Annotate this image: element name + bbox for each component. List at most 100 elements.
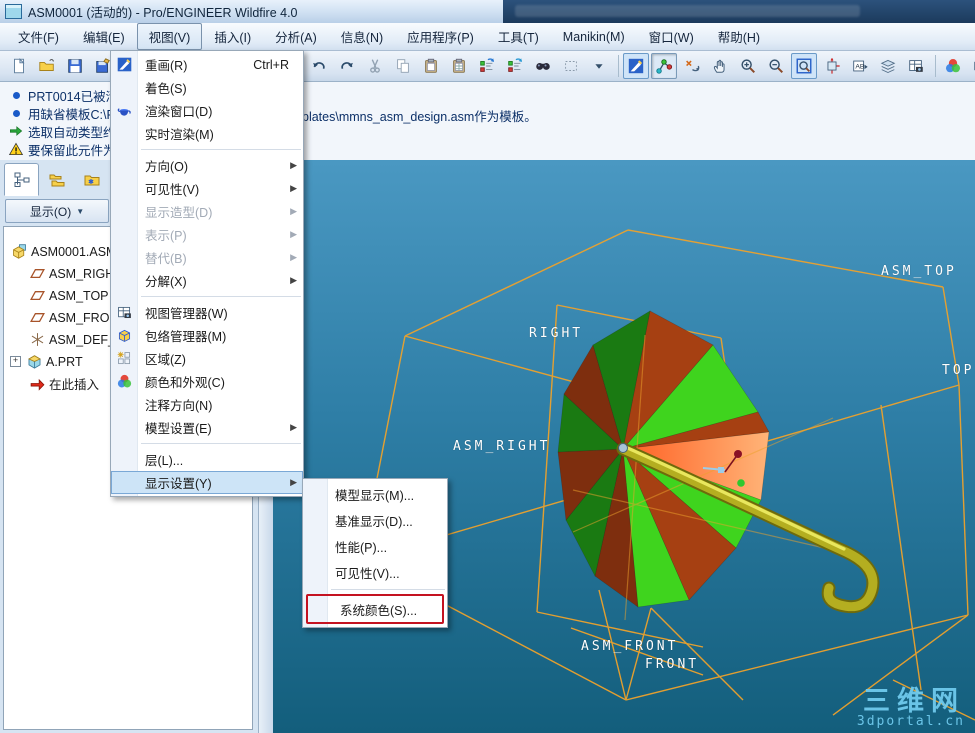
view-menu-item-层L[interactable]: 层(L)... [111, 448, 303, 471]
appearance-wheel-icon [114, 372, 134, 392]
display-submenu-item-系统颜色S[interactable]: 系统颜色(S)... [308, 596, 442, 622]
menu-item-label: 区域(Z) [145, 353, 186, 367]
menu-item-label: 包络管理器(M) [145, 330, 227, 344]
tree-row[interactable]: ASM0001.ASM [10, 241, 116, 262]
folder-browser-tab[interactable] [39, 163, 74, 196]
view-menu-item-颜色和外观C[interactable]: 颜色和外观(C) [111, 370, 303, 393]
message-overflow-text: plates\mmns_asm_design.asm作为模板。 [302, 110, 537, 124]
menu-分析a[interactable]: 分析(A) [263, 23, 329, 50]
datum-label-asm_top: ASM_TOP [881, 264, 957, 279]
redo-icon[interactable] [334, 53, 360, 79]
select-box-icon[interactable] [558, 53, 584, 79]
datum-display-icon[interactable] [651, 53, 677, 79]
view-menu-item-分解X[interactable]: 分解(X) ▶ [111, 269, 303, 292]
menu-编辑e[interactable]: 编辑(E) [71, 23, 137, 50]
view-menu-item-注释方向N[interactable]: 注释方向(N) [111, 393, 303, 416]
appearance-wheel-icon[interactable] [940, 53, 966, 79]
view-menu-item-模型设置E[interactable]: 模型设置(E) ▶ [111, 416, 303, 439]
undo-icon[interactable] [306, 53, 332, 79]
view-menu-item-重画R[interactable]: 重画(R) Ctrl+R [111, 53, 303, 76]
display-style-icon[interactable] [968, 53, 975, 79]
display-settings-submenu: 模型显示(M)... 基准显示(D)... 性能(P)... 可见性(V)... 系统颜… [302, 478, 448, 628]
new-file-icon[interactable] [6, 53, 32, 79]
view-menu-item-实时渲染M[interactable]: 实时渲染(M) [111, 122, 303, 145]
tree-show-button[interactable]: 显示(O) ▼ [5, 199, 109, 223]
menu-插入i[interactable]: 插入(I) [202, 23, 263, 50]
expand-icon[interactable]: + [10, 356, 21, 367]
view-menu-item-渲染窗口D[interactable]: 渲染窗口(D) [111, 99, 303, 122]
tree-row[interactable]: 在此插入 [28, 373, 99, 394]
message-text: PRT0014已被清 [28, 89, 119, 104]
pan-zoom-icon[interactable] [707, 53, 733, 79]
view-menu-item-替代B: 替代(B) ▶ [111, 246, 303, 269]
view-menu-item-可见性V[interactable]: 可见性(V) ▶ [111, 177, 303, 200]
display-submenu-item-模型显示M[interactable]: 模型显示(M)... [303, 481, 447, 507]
view-menu-item-视图管理器W[interactable]: 视图管理器(W) [111, 301, 303, 324]
display-submenu-item-性能P[interactable]: 性能(P)... [303, 533, 447, 559]
menu-manikinm[interactable]: Manikin(M) [551, 26, 637, 48]
regenerate-custom-icon[interactable] [502, 53, 528, 79]
view-menu-item-方向O[interactable]: 方向(O) ▶ [111, 154, 303, 177]
paste-icon[interactable] [418, 53, 444, 79]
menu-shortcut: Ctrl+R [253, 57, 289, 72]
refit-icon[interactable] [791, 53, 817, 79]
spin-center-icon[interactable] [679, 53, 705, 79]
menu-工具t[interactable]: 工具(T) [486, 23, 551, 50]
cut-icon[interactable] [362, 53, 388, 79]
model-tree-tab[interactable] [4, 163, 39, 196]
display-submenu-item-基准显示D[interactable]: 基准显示(D)... [303, 507, 447, 533]
watermark-url: 3dportal.cn [856, 714, 965, 729]
menu-应用程序p[interactable]: 应用程序(P) [395, 23, 486, 50]
layers-icon[interactable] [875, 53, 901, 79]
menu-separator [331, 589, 445, 590]
menu-item-label: 注释方向(N) [145, 399, 213, 413]
message-line: 要保留此元件为 [8, 140, 116, 158]
repaint-icon[interactable] [623, 53, 649, 79]
menu-separator [141, 149, 301, 150]
view-menu-item-显示设置Y[interactable]: 显示设置(Y) ▶ [111, 471, 303, 494]
view-manager-icon[interactable] [903, 53, 929, 79]
view-menu-item-包络管理器M[interactable]: 包络管理器(M) [111, 324, 303, 347]
select-caret-icon[interactable] [586, 53, 612, 79]
red-annotation-box: 系统颜色(S)... [306, 594, 444, 624]
save-icon[interactable] [62, 53, 88, 79]
menu-item-label: 实时渲染(M) [145, 128, 214, 142]
favorites-tab[interactable] [74, 163, 109, 196]
zoom-out-icon[interactable] [763, 53, 789, 79]
menu-窗口w[interactable]: 窗口(W) [637, 23, 706, 50]
regenerate-icon[interactable] [474, 53, 500, 79]
open-file-icon[interactable] [34, 53, 60, 79]
menu-信息n[interactable]: 信息(N) [329, 23, 395, 50]
zone-icon [114, 349, 134, 369]
menu-item-label: 渲染窗口(D) [145, 105, 213, 119]
assembly-icon [10, 243, 28, 261]
menu-视图v[interactable]: 视图(V) [136, 23, 203, 50]
menu-文件f[interactable]: 文件(F) [6, 23, 71, 50]
view-menu-item-区域Z[interactable]: 区域(Z) [111, 347, 303, 370]
submenu-arrow-icon: ▶ [290, 160, 297, 170]
tree-row[interactable]: ASM_RIGHT [28, 263, 122, 284]
insert-here-icon [28, 375, 46, 393]
reorient-icon[interactable] [819, 53, 845, 79]
zoom-in-icon[interactable] [735, 53, 761, 79]
graphics-area[interactable]: ASM_TOP TOP RIGHT ASM_RIGHT ASM_FRONT FRONT 三… [273, 160, 975, 733]
bullet-icon [8, 87, 24, 103]
view-menu-item-着色S[interactable]: 着色(S) [111, 76, 303, 99]
svg-text:AB: AB [855, 64, 865, 71]
saved-views-icon[interactable]: AB [847, 53, 873, 79]
menu-item-label: 颜色和外观(C) [145, 376, 225, 390]
datum-plane-icon [28, 309, 46, 327]
prompt-arrow-icon [8, 123, 24, 139]
submenu-arrow-icon: ▶ [290, 206, 297, 216]
copy-icon[interactable] [390, 53, 416, 79]
menu-帮助h[interactable]: 帮助(H) [706, 23, 772, 50]
tree-row[interactable]: + A.PRT [10, 351, 83, 372]
part-icon [25, 353, 43, 371]
render-window-icon [114, 101, 134, 121]
paste-special-icon[interactable] [446, 53, 472, 79]
submenu-arrow-icon: ▶ [290, 477, 297, 487]
display-submenu-item-可见性V[interactable]: 可见性(V)... [303, 559, 447, 585]
tree-item-label: 在此插入 [49, 378, 100, 392]
tree-row[interactable]: ASM_TOP [28, 285, 109, 306]
find-icon[interactable] [530, 53, 556, 79]
